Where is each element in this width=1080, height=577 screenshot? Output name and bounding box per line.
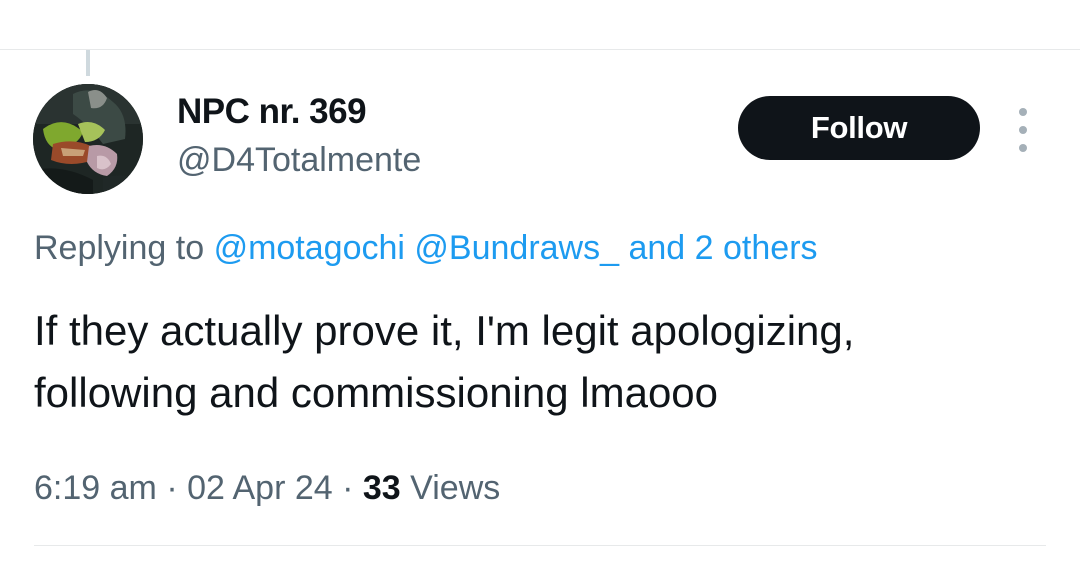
follow-button[interactable]: Follow (738, 96, 980, 160)
mention-link[interactable]: @motagochi (214, 229, 405, 267)
more-dot (1019, 108, 1027, 116)
author-display-name[interactable]: NPC nr. 369 (177, 94, 367, 130)
tweet-text: If they actually prove it, I'm legit apo… (34, 300, 1054, 424)
meta-separator: · (166, 469, 178, 507)
reply-context: Replying to @motagochi @Bundraws_ and 2 … (34, 228, 818, 268)
reply-prefix: Replying to (34, 229, 205, 267)
top-divider (0, 49, 1080, 50)
others-link[interactable]: and 2 others (628, 229, 817, 267)
bottom-divider (34, 545, 1046, 546)
mention-link[interactable]: @Bundraws_ (414, 229, 619, 267)
avatar[interactable] (33, 84, 143, 194)
more-dot (1019, 144, 1027, 152)
thread-connector-line (86, 50, 90, 76)
views-count: 33 (362, 469, 401, 507)
tweet-meta: 6:19 am · 02 Apr 24 · 33 Views (34, 466, 500, 510)
views-label: Views (410, 469, 501, 507)
author-handle[interactable]: @D4Totalmente (177, 142, 421, 178)
tweet-text-line: If they actually prove it, I'm legit apo… (34, 307, 855, 354)
more-dot (1019, 126, 1027, 134)
more-vertical-icon[interactable] (1010, 108, 1036, 152)
tweet-text-line: following and commissioning lmaooo (34, 369, 719, 416)
avatar-image (33, 84, 143, 194)
timestamp-time[interactable]: 6:19 am (34, 469, 157, 507)
meta-separator: · (342, 469, 354, 507)
timestamp-date[interactable]: 02 Apr 24 (187, 469, 333, 507)
